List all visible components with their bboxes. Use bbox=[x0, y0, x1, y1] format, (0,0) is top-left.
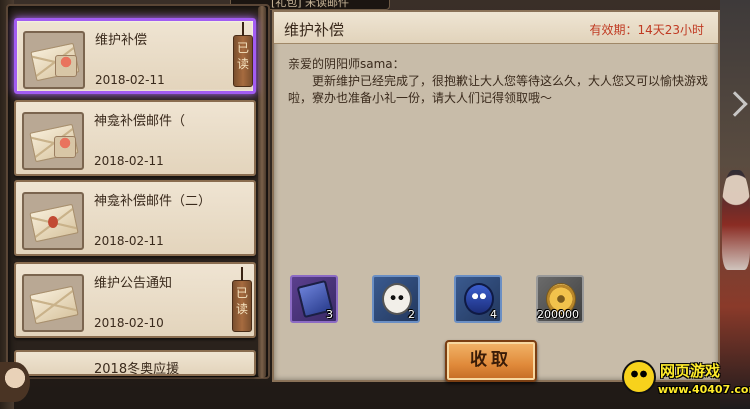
mail-title: 维护公告通知 bbox=[94, 276, 173, 291]
mail-content: 更新维护已经完成了，很抱歉让大人您等待这么久，大人您又可以愉快游戏啦，寮办也准备… bbox=[288, 74, 709, 105]
mail-thumbnail bbox=[22, 112, 84, 170]
mail-thumbnail bbox=[22, 274, 84, 332]
watermark-name: 网页游戏 bbox=[660, 362, 721, 380]
validity-value: 14天23小时 bbox=[637, 23, 704, 37]
mail-date: 2018-02-11 bbox=[94, 234, 164, 248]
reward-count: 200000 bbox=[537, 308, 579, 321]
detail-header: 维护补偿 有效期：14天23小时 bbox=[274, 12, 718, 44]
player-avatar[interactable] bbox=[0, 362, 30, 402]
reward-item-white-daruma[interactable]: 2 bbox=[372, 275, 420, 323]
collect-button[interactable]: 收取 bbox=[445, 340, 537, 382]
reward-item-coins[interactable]: 200000 bbox=[536, 275, 584, 323]
read-tag: 已读 bbox=[233, 22, 253, 87]
mail-greeting: 亲爱的阴阳师sama： bbox=[288, 57, 405, 71]
watermark-url: www.40407.com bbox=[658, 383, 750, 396]
mail-thumbnail bbox=[22, 192, 84, 250]
mail-title: 神龛补偿邮件（ bbox=[94, 114, 186, 129]
mail-title: 2018冬奥应援 bbox=[94, 362, 180, 376]
mail-detail-panel: 维护补偿 有效期：14天23小时 亲爱的阴阳师sama： 更新维护已经完成了，很… bbox=[272, 10, 720, 382]
validity-text: 有效期：14天23小时 bbox=[589, 21, 704, 38]
character-portrait bbox=[722, 170, 750, 270]
mail-item-shrine-compensation-2[interactable]: 神龛补偿邮件（二） 2018-02-11 bbox=[14, 180, 256, 256]
mail-body: 亲爱的阴阳师sama： 更新维护已经完成了，很抱歉让大人您等待这么久，大人您又可… bbox=[288, 56, 708, 107]
reward-count: 4 bbox=[490, 308, 497, 321]
mail-date: 2018-02-10 bbox=[94, 316, 164, 330]
watermark-logo: 网页游戏 www.40407.com bbox=[618, 356, 750, 406]
right-background bbox=[720, 0, 750, 409]
reward-item-blue-daruma[interactable]: 4 bbox=[454, 275, 502, 323]
smiley-logo-icon bbox=[622, 360, 656, 394]
mail-date: 2018-02-11 bbox=[95, 73, 165, 87]
gift-icon bbox=[54, 136, 76, 158]
reward-count: 3 bbox=[326, 308, 333, 321]
seal-icon bbox=[48, 216, 58, 228]
envelope-icon bbox=[29, 285, 79, 325]
mail-date: 2018-02-11 bbox=[94, 154, 164, 168]
mail-thumbnail bbox=[23, 31, 85, 89]
detail-title: 维护补偿 bbox=[284, 21, 345, 39]
chevron-right-icon[interactable] bbox=[722, 91, 748, 117]
mail-item-shrine-compensation-1[interactable]: 神龛补偿邮件（ 2018-02-11 bbox=[14, 100, 256, 176]
reward-item-scroll[interactable]: 3 bbox=[290, 275, 338, 323]
list-scrollbar[interactable] bbox=[258, 6, 266, 378]
mail-item-maintenance-compensation[interactable]: 维护补偿 2018-02-11 已读 bbox=[14, 18, 256, 94]
gift-icon bbox=[55, 55, 77, 77]
reward-count: 2 bbox=[408, 308, 415, 321]
mail-title: 维护补偿 bbox=[95, 33, 148, 48]
validity-label: 有效期： bbox=[589, 23, 638, 37]
mail-item-maintenance-notice[interactable]: 维护公告通知 2018-02-10 已读 bbox=[14, 262, 256, 338]
mail-item-winter-olympics[interactable]: 2018冬奥应援 bbox=[14, 350, 256, 376]
mail-title: 神龛补偿邮件（二） bbox=[94, 194, 212, 209]
read-tag: 已读 bbox=[232, 267, 252, 332]
